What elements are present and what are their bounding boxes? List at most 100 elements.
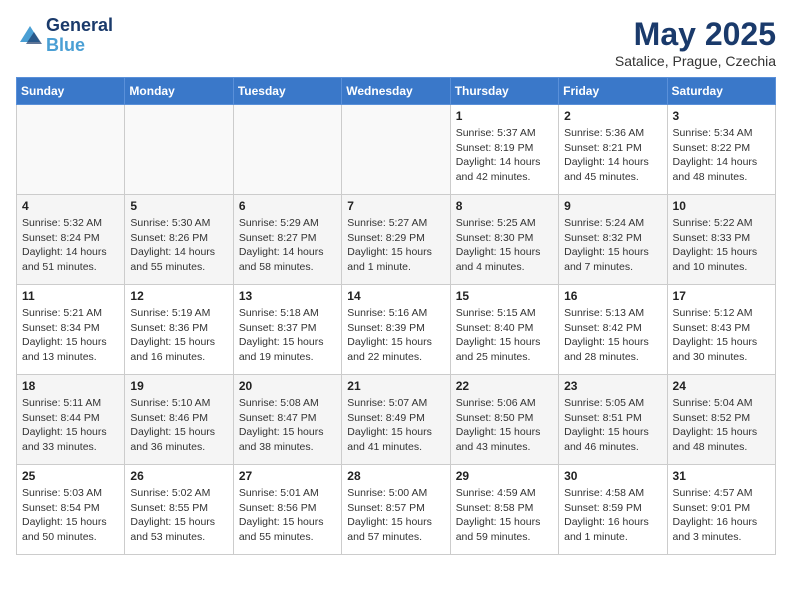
- day-number: 30: [564, 469, 661, 483]
- day-info: Sunrise: 5:19 AM Sunset: 8:36 PM Dayligh…: [130, 306, 227, 365]
- calendar-cell-2-4: 7 Sunrise: 5:27 AM Sunset: 8:29 PM Daylig…: [342, 195, 450, 285]
- day-info: Sunrise: 5:06 AM Sunset: 8:50 PM Dayligh…: [456, 396, 553, 455]
- weekday-header-friday: Friday: [559, 78, 667, 105]
- calendar-cell-5-5: 29 Sunrise: 4:59 AM Sunset: 8:58 PM Dayli…: [450, 465, 558, 555]
- calendar-cell-1-1: [17, 105, 125, 195]
- calendar-cell-2-5: 8Sunrise: 5:25 AM Sunset: 8:30 PM Daylig…: [450, 195, 558, 285]
- calendar-week-2: 4 Sunrise: 5:32 AM Sunset: 8:24 PM Daylig…: [17, 195, 776, 285]
- day-number: 20: [239, 379, 336, 393]
- weekday-header-monday: Monday: [125, 78, 233, 105]
- day-info: Sunrise: 5:10 AM Sunset: 8:46 PM Dayligh…: [130, 396, 227, 455]
- day-number: 18: [22, 379, 119, 393]
- page-header: GeneralBlue May 2025 Satalice, Prague, C…: [16, 16, 776, 69]
- calendar-cell-5-1: 25 Sunrise: 5:03 AM Sunset: 8:54 PM Dayli…: [17, 465, 125, 555]
- day-number: 16: [564, 289, 661, 303]
- day-number: 24: [673, 379, 770, 393]
- calendar-cell-5-6: 30Sunrise: 4:58 AM Sunset: 8:59 PM Dayli…: [559, 465, 667, 555]
- calendar-cell-3-6: 16Sunrise: 5:13 AM Sunset: 8:42 PM Dayli…: [559, 285, 667, 375]
- weekday-header-tuesday: Tuesday: [233, 78, 341, 105]
- day-info: Sunrise: 5:27 AM Sunset: 8:29 PM Dayligh…: [347, 216, 444, 275]
- calendar-cell-3-4: 14 Sunrise: 5:16 AM Sunset: 8:39 PM Dayli…: [342, 285, 450, 375]
- day-number: 25: [22, 469, 119, 483]
- calendar-cell-3-3: 13 Sunrise: 5:18 AM Sunset: 8:37 PM Dayli…: [233, 285, 341, 375]
- calendar-cell-4-6: 23 Sunrise: 5:05 AM Sunset: 8:51 PM Dayli…: [559, 375, 667, 465]
- logo-icon: [16, 22, 44, 50]
- day-info: Sunrise: 5:03 AM Sunset: 8:54 PM Dayligh…: [22, 486, 119, 545]
- calendar-cell-5-7: 31 Sunrise: 4:57 AM Sunset: 9:01 PM Dayli…: [667, 465, 775, 555]
- calendar-cell-1-6: 2 Sunrise: 5:36 AM Sunset: 8:21 PM Daylig…: [559, 105, 667, 195]
- day-number: 2: [564, 109, 661, 123]
- day-number: 14: [347, 289, 444, 303]
- day-info: Sunrise: 5:18 AM Sunset: 8:37 PM Dayligh…: [239, 306, 336, 365]
- calendar-cell-3-5: 15Sunrise: 5:15 AM Sunset: 8:40 PM Dayli…: [450, 285, 558, 375]
- day-number: 4: [22, 199, 119, 213]
- calendar-cell-1-5: 1Sunrise: 5:37 AM Sunset: 8:19 PM Daylig…: [450, 105, 558, 195]
- calendar-cell-4-5: 22 Sunrise: 5:06 AM Sunset: 8:50 PM Dayli…: [450, 375, 558, 465]
- calendar-header: SundayMondayTuesdayWednesdayThursdayFrid…: [17, 78, 776, 105]
- calendar-cell-3-7: 17Sunrise: 5:12 AM Sunset: 8:43 PM Dayli…: [667, 285, 775, 375]
- calendar-cell-4-4: 21Sunrise: 5:07 AM Sunset: 8:49 PM Dayli…: [342, 375, 450, 465]
- day-number: 6: [239, 199, 336, 213]
- day-info: Sunrise: 5:29 AM Sunset: 8:27 PM Dayligh…: [239, 216, 336, 275]
- day-number: 26: [130, 469, 227, 483]
- day-info: Sunrise: 5:24 AM Sunset: 8:32 PM Dayligh…: [564, 216, 661, 275]
- day-info: Sunrise: 5:30 AM Sunset: 8:26 PM Dayligh…: [130, 216, 227, 275]
- calendar-week-1: 1Sunrise: 5:37 AM Sunset: 8:19 PM Daylig…: [17, 105, 776, 195]
- day-number: 15: [456, 289, 553, 303]
- calendar-cell-2-7: 10 Sunrise: 5:22 AM Sunset: 8:33 PM Dayli…: [667, 195, 775, 285]
- day-number: 31: [673, 469, 770, 483]
- calendar-cell-1-4: [342, 105, 450, 195]
- day-number: 3: [673, 109, 770, 123]
- calendar-cell-2-3: 6 Sunrise: 5:29 AM Sunset: 8:27 PM Daylig…: [233, 195, 341, 285]
- day-number: 28: [347, 469, 444, 483]
- day-info: Sunrise: 5:00 AM Sunset: 8:57 PM Dayligh…: [347, 486, 444, 545]
- title-block: May 2025 Satalice, Prague, Czechia: [615, 16, 776, 69]
- day-info: Sunrise: 5:22 AM Sunset: 8:33 PM Dayligh…: [673, 216, 770, 275]
- day-info: Sunrise: 5:07 AM Sunset: 8:49 PM Dayligh…: [347, 396, 444, 455]
- calendar-week-3: 11 Sunrise: 5:21 AM Sunset: 8:34 PM Dayli…: [17, 285, 776, 375]
- month-title: May 2025: [615, 16, 776, 53]
- day-info: Sunrise: 5:36 AM Sunset: 8:21 PM Dayligh…: [564, 126, 661, 185]
- day-number: 5: [130, 199, 227, 213]
- calendar-cell-1-7: 3 Sunrise: 5:34 AM Sunset: 8:22 PM Daylig…: [667, 105, 775, 195]
- day-number: 12: [130, 289, 227, 303]
- calendar-week-5: 25 Sunrise: 5:03 AM Sunset: 8:54 PM Dayli…: [17, 465, 776, 555]
- logo: GeneralBlue: [16, 16, 113, 56]
- day-info: Sunrise: 5:34 AM Sunset: 8:22 PM Dayligh…: [673, 126, 770, 185]
- weekday-header-saturday: Saturday: [667, 78, 775, 105]
- day-info: Sunrise: 5:32 AM Sunset: 8:24 PM Dayligh…: [22, 216, 119, 275]
- calendar-cell-4-3: 20 Sunrise: 5:08 AM Sunset: 8:47 PM Dayli…: [233, 375, 341, 465]
- day-info: Sunrise: 5:21 AM Sunset: 8:34 PM Dayligh…: [22, 306, 119, 365]
- calendar-cell-3-2: 12 Sunrise: 5:19 AM Sunset: 8:36 PM Dayli…: [125, 285, 233, 375]
- day-number: 19: [130, 379, 227, 393]
- weekday-header-sunday: Sunday: [17, 78, 125, 105]
- day-number: 13: [239, 289, 336, 303]
- weekday-header-wednesday: Wednesday: [342, 78, 450, 105]
- day-info: Sunrise: 5:11 AM Sunset: 8:44 PM Dayligh…: [22, 396, 119, 455]
- calendar-table: SundayMondayTuesdayWednesdayThursdayFrid…: [16, 77, 776, 555]
- calendar-cell-1-3: [233, 105, 341, 195]
- calendar-cell-2-6: 9Sunrise: 5:24 AM Sunset: 8:32 PM Daylig…: [559, 195, 667, 285]
- day-info: Sunrise: 5:16 AM Sunset: 8:39 PM Dayligh…: [347, 306, 444, 365]
- calendar-cell-2-2: 5 Sunrise: 5:30 AM Sunset: 8:26 PM Daylig…: [125, 195, 233, 285]
- day-info: Sunrise: 4:57 AM Sunset: 9:01 PM Dayligh…: [673, 486, 770, 545]
- day-info: Sunrise: 4:59 AM Sunset: 8:58 PM Dayligh…: [456, 486, 553, 545]
- day-number: 10: [673, 199, 770, 213]
- calendar-cell-4-1: 18 Sunrise: 5:11 AM Sunset: 8:44 PM Dayli…: [17, 375, 125, 465]
- calendar-cell-1-2: [125, 105, 233, 195]
- day-number: 7: [347, 199, 444, 213]
- day-number: 11: [22, 289, 119, 303]
- calendar-body: 1Sunrise: 5:37 AM Sunset: 8:19 PM Daylig…: [17, 105, 776, 555]
- day-info: Sunrise: 5:02 AM Sunset: 8:55 PM Dayligh…: [130, 486, 227, 545]
- day-number: 22: [456, 379, 553, 393]
- day-info: Sunrise: 5:01 AM Sunset: 8:56 PM Dayligh…: [239, 486, 336, 545]
- day-info: Sunrise: 5:08 AM Sunset: 8:47 PM Dayligh…: [239, 396, 336, 455]
- day-info: Sunrise: 5:05 AM Sunset: 8:51 PM Dayligh…: [564, 396, 661, 455]
- day-number: 27: [239, 469, 336, 483]
- calendar-cell-5-4: 28 Sunrise: 5:00 AM Sunset: 8:57 PM Dayli…: [342, 465, 450, 555]
- weekday-header-thursday: Thursday: [450, 78, 558, 105]
- weekday-header-row: SundayMondayTuesdayWednesdayThursdayFrid…: [17, 78, 776, 105]
- day-number: 23: [564, 379, 661, 393]
- day-info: Sunrise: 5:12 AM Sunset: 8:43 PM Dayligh…: [673, 306, 770, 365]
- day-number: 29: [456, 469, 553, 483]
